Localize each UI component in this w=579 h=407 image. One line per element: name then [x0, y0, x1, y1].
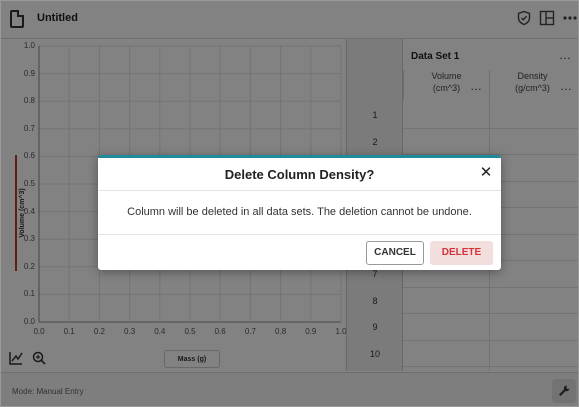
dialog-message: Column will be deleted in all data sets.… — [127, 206, 472, 218]
dialog-divider — [98, 234, 501, 235]
dialog-title: Delete Column Density? — [224, 167, 375, 182]
dialog-divider — [98, 190, 501, 191]
close-icon[interactable]: ✕ — [478, 164, 494, 182]
app-window: Untitled 1.0 0.9 0.8 0.7 0.6 0.5 0.4 0.3 0.2 0.1 0… — [0, 0, 579, 407]
delete-column-dialog: Delete Column Density? ✕ Column will be … — [98, 155, 501, 270]
cancel-button[interactable]: CANCEL — [366, 241, 424, 265]
delete-button[interactable]: DELETE — [430, 241, 493, 265]
